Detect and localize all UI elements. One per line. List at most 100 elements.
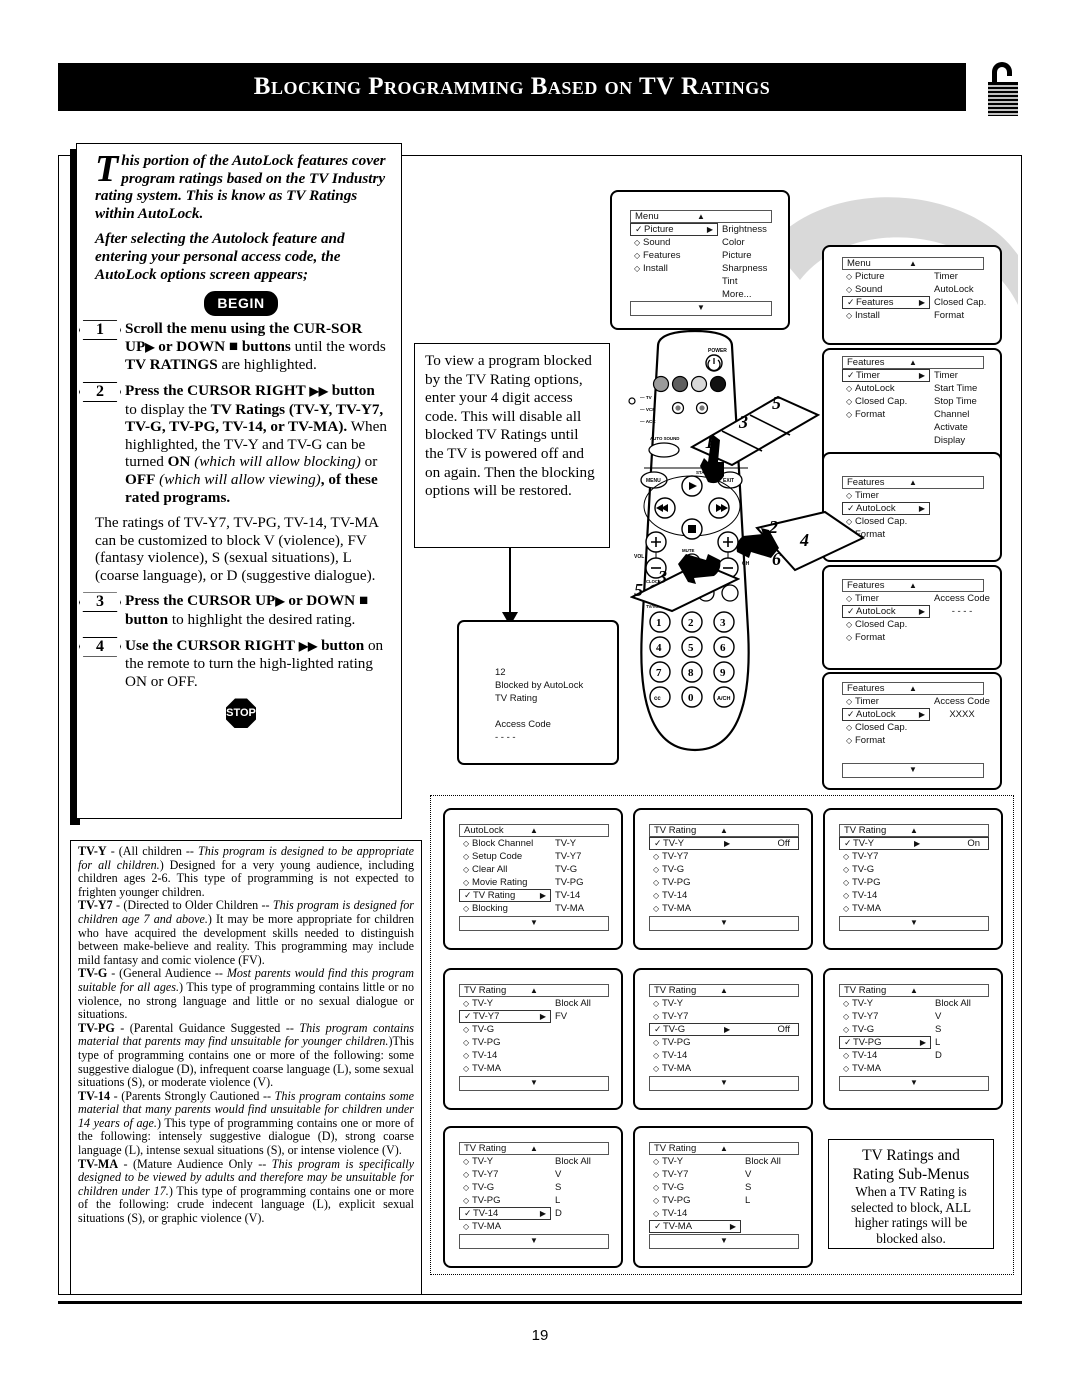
menu-item-tv14-g[interactable]: ◇ TV-14: [649, 1207, 799, 1220]
submenu-tvpg[interactable]: TV-PG: [555, 876, 584, 889]
menu-item-movie-rating[interactable]: ◇ Movie Rating: [459, 876, 609, 889]
menu-item-tv14-b[interactable]: ◇ TV-14: [839, 889, 989, 902]
menu-item-tvma-d[interactable]: ◇ TV-MA: [649, 1062, 799, 1075]
submenu-stop-time[interactable]: Stop Time: [934, 395, 977, 408]
menu-item-tvg-b[interactable]: ◇ TV-G: [839, 863, 989, 876]
menu-item-tvy7-d[interactable]: ◇ TV-Y7: [649, 1010, 799, 1023]
submenu-v-ma[interactable]: V: [745, 1168, 781, 1181]
menu-item-tvg-sel[interactable]: ✓ TV-G ▶ Off: [649, 1023, 799, 1036]
menu-item-tvpg-c[interactable]: ◇ TV-PG: [459, 1036, 609, 1049]
submenu-tvy7[interactable]: TV-Y7: [555, 850, 584, 863]
submenu-sharpness[interactable]: Sharpness: [722, 262, 767, 275]
menu-item-tvg-a[interactable]: ◇ TV-G: [649, 863, 799, 876]
submenu-access-code-label-2[interactable]: Access Code: [934, 695, 990, 708]
menu-item-setup-code[interactable]: ◇ Setup Code: [459, 850, 609, 863]
menu-item-tvy7-b[interactable]: ◇ TV-Y7: [839, 850, 989, 863]
submenu-fv[interactable]: FV: [555, 1010, 591, 1023]
menu-item-tvy-on[interactable]: ✓ TV-Y ▶ On: [839, 837, 989, 850]
menu-acf-footer[interactable]: ▼: [842, 763, 984, 778]
menu-item-features-2[interactable]: ✓ Features ▶: [842, 296, 930, 309]
menu-tvma-footer[interactable]: ▼: [649, 1234, 799, 1249]
menu-item-tv14-c[interactable]: ◇ TV-14: [459, 1049, 609, 1062]
menu-item-format-4[interactable]: ◇ Format: [842, 734, 984, 747]
submenu-timer-2[interactable]: Timer: [934, 369, 977, 382]
submenu-block-all-pg[interactable]: Block All: [935, 997, 971, 1010]
menu-item-tvy-d[interactable]: ◇ TV-Y: [649, 997, 799, 1010]
step-2-off-note: (which will allow viewing): [159, 470, 321, 488]
submenu-v-pg[interactable]: V: [935, 1010, 971, 1023]
menu-item-tv14-sel[interactable]: ✓ TV-14 ▶: [459, 1207, 551, 1220]
submenu-more[interactable]: More...: [722, 288, 767, 301]
submenu-block-all-14[interactable]: Block All: [555, 1155, 591, 1168]
submenu-color[interactable]: Color: [722, 236, 767, 249]
menu-item-blocking[interactable]: ◇ Blocking: [459, 902, 609, 915]
menu-item-tvma-a[interactable]: ◇ TV-MA: [649, 902, 799, 915]
menu-item-tvma-b[interactable]: ◇ TV-MA: [839, 902, 989, 915]
submenu-start-time[interactable]: Start Time: [934, 382, 977, 395]
submenu-tvma[interactable]: TV-MA: [555, 902, 584, 915]
menu-item-tvma-e[interactable]: ◇ TV-MA: [839, 1062, 989, 1075]
submenu-s-14[interactable]: S: [555, 1181, 591, 1194]
submenu-closed-cap[interactable]: Closed Cap.: [934, 296, 986, 309]
menu-al-title: AutoLock: [464, 825, 504, 836]
menu-al-footer[interactable]: ▼: [459, 916, 609, 931]
menu-item-block-channel[interactable]: ◇ Block Channel: [459, 837, 609, 850]
submenu-d-14[interactable]: D: [555, 1207, 591, 1220]
menu-item-tvma-f[interactable]: ◇ TV-MA: [459, 1220, 609, 1233]
menu-item-tvpg-sel[interactable]: ✓ TV-PG ▶: [839, 1036, 931, 1049]
menu-tvyoff-footer[interactable]: ▼: [649, 916, 799, 931]
menu-item-tvpg-d[interactable]: ◇ TV-PG: [649, 1036, 799, 1049]
submenu-timer[interactable]: Timer: [934, 270, 986, 283]
menu-item-tv14-d[interactable]: ◇ TV-14: [649, 1049, 799, 1062]
submenu-access-code-value-2[interactable]: XXXX: [934, 708, 990, 721]
scroll-up-icon-3: ▲: [909, 358, 917, 367]
submenu-tint[interactable]: Tint: [722, 275, 767, 288]
menu-item-timer-2[interactable]: ◇ Timer: [842, 489, 984, 502]
menu-tv14-footer[interactable]: ▼: [459, 1234, 609, 1249]
submenu-tv14[interactable]: TV-14: [555, 889, 584, 902]
submenu-l-pg[interactable]: L: [935, 1036, 971, 1049]
submenu-display[interactable]: Display: [934, 434, 977, 447]
submenu-v-14[interactable]: V: [555, 1168, 591, 1181]
menu-item-timer[interactable]: ✓ Timer ▶: [842, 369, 930, 382]
menu-tvyon-footer[interactable]: ▼: [839, 916, 989, 931]
menu-picture-footer[interactable]: ▼: [630, 301, 772, 316]
menu-item-tvma-c[interactable]: ◇ TV-MA: [459, 1062, 609, 1075]
menu-item-tvy-off[interactable]: ✓ TV-Y ▶ Off: [649, 837, 799, 850]
submenu-l-ma[interactable]: L: [745, 1194, 781, 1207]
submenu-s-ma[interactable]: S: [745, 1181, 781, 1194]
menu-item-tvpg-a[interactable]: ◇ TV-PG: [649, 876, 799, 889]
menu-item-tvma-sel[interactable]: ✓ TV-MA ▶: [649, 1220, 741, 1233]
submenu-activate[interactable]: Activate: [934, 421, 977, 434]
menu-item-autolock-3[interactable]: ✓ AutoLock ▶: [842, 605, 930, 618]
submenu-access-code-label[interactable]: Access Code: [934, 592, 990, 605]
submenu-format[interactable]: Format: [934, 309, 986, 322]
menu-item-tvpg-b[interactable]: ◇ TV-PG: [839, 876, 989, 889]
submenu-l-14[interactable]: L: [555, 1194, 591, 1207]
menu-item-tv14-a[interactable]: ◇ TV-14: [649, 889, 799, 902]
submenu-tvy[interactable]: TV-Y: [555, 837, 584, 850]
menu-item-clear-all[interactable]: ◇ Clear All: [459, 863, 609, 876]
menu-item-closedcap-4[interactable]: ◇ Closed Cap.: [842, 721, 984, 734]
submenu-autolock[interactable]: AutoLock: [934, 283, 986, 296]
menu-item-tvy7-a[interactable]: ◇ TV-Y7: [649, 850, 799, 863]
menu-item-format-3[interactable]: ◇ Format: [842, 631, 984, 644]
submenu-brightness[interactable]: Brightness: [722, 223, 767, 236]
submenu-picture[interactable]: Picture: [722, 249, 767, 262]
submenu-block-all-y7[interactable]: Block All: [555, 997, 591, 1010]
menu-tvpg-footer[interactable]: ▼: [839, 1076, 989, 1091]
menu-item-tv-rating[interactable]: ✓ TV Rating ▶: [459, 889, 551, 902]
menu-item-tvg-c[interactable]: ◇ TV-G: [459, 1023, 609, 1036]
menu-item-tvy7-sel[interactable]: ✓ TV-Y7 ▶: [459, 1010, 551, 1023]
submenu-access-code-value[interactable]: - - - -: [934, 605, 990, 618]
menu-item-autolock-4[interactable]: ✓ AutoLock ▶: [842, 708, 930, 721]
menu-item-closedcap-3[interactable]: ◇ Closed Cap.: [842, 618, 984, 631]
submenu-s-pg[interactable]: S: [935, 1023, 971, 1036]
menu-tvy7-footer[interactable]: ▼: [459, 1076, 609, 1091]
menu-item-picture[interactable]: ✓ Picture ▶: [630, 223, 718, 236]
submenu-tvg[interactable]: TV-G: [555, 863, 584, 876]
submenu-d-pg[interactable]: D: [935, 1049, 971, 1062]
submenu-block-all-ma[interactable]: Block All: [745, 1155, 781, 1168]
submenu-channel[interactable]: Channel: [934, 408, 977, 421]
menu-tvg-footer[interactable]: ▼: [649, 1076, 799, 1091]
